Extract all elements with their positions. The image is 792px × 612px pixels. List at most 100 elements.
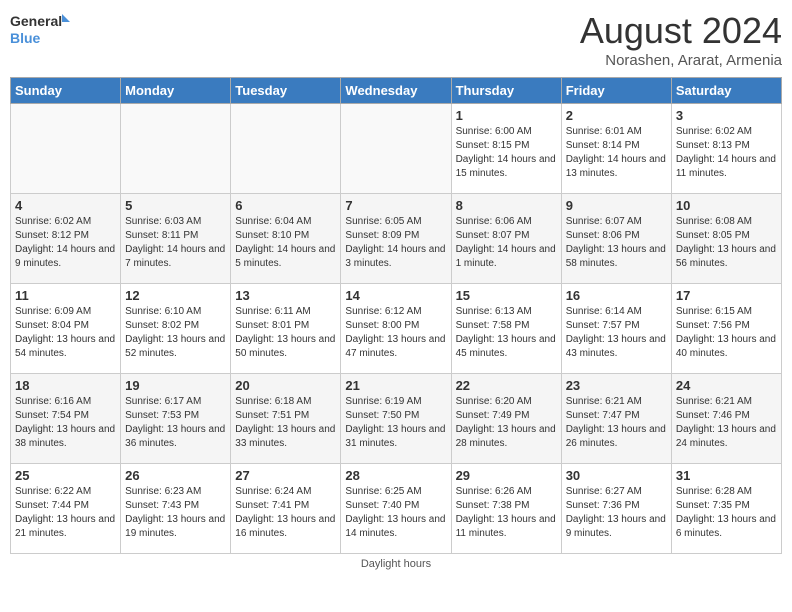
- svg-text:Blue: Blue: [10, 30, 41, 46]
- day-cell: 2 Sunrise: 6:01 AM Sunset: 8:14 PM Daylig…: [561, 104, 671, 194]
- header-monday: Monday: [121, 78, 231, 104]
- day-number: 3: [676, 108, 777, 123]
- day-number: 2: [566, 108, 667, 123]
- day-info: Sunrise: 6:24 AM Sunset: 7:41 PM Dayligh…: [235, 485, 336, 541]
- day-cell: 26 Sunrise: 6:23 AM Sunset: 7:43 PM Dayli…: [121, 464, 231, 554]
- day-cell: [11, 104, 121, 194]
- week-row-1: 1Sunrise: 6:00 AM Sunset: 8:15 PM Daylig…: [11, 104, 782, 194]
- day-number: 12: [125, 288, 226, 303]
- day-info: Sunrise: 6:13 AM Sunset: 7:58 PM Dayligh…: [456, 305, 557, 361]
- header-saturday: Saturday: [671, 78, 781, 104]
- day-info: Sunrise: 6:11 AM Sunset: 8:01 PM Dayligh…: [235, 305, 336, 361]
- day-cell: 31Sunrise: 6:28 AM Sunset: 7:35 PM Dayli…: [671, 464, 781, 554]
- week-row-3: 11 Sunrise: 6:09 AM Sunset: 8:04 PM Dayli…: [11, 284, 782, 374]
- header-wednesday: Wednesday: [341, 78, 451, 104]
- day-info: Sunrise: 6:06 AM Sunset: 8:07 PM Dayligh…: [456, 215, 557, 271]
- day-number: 14: [345, 288, 446, 303]
- day-info: Sunrise: 6:14 AM Sunset: 7:57 PM Dayligh…: [566, 305, 667, 361]
- day-cell: [231, 104, 341, 194]
- day-number: 28: [345, 468, 446, 483]
- header-thursday: Thursday: [451, 78, 561, 104]
- day-cell: 25 Sunrise: 6:22 AM Sunset: 7:44 PM Dayli…: [11, 464, 121, 554]
- day-cell: [341, 104, 451, 194]
- day-info: Sunrise: 6:00 AM Sunset: 8:15 PM Dayligh…: [456, 125, 557, 181]
- month-title: August 2024: [580, 10, 782, 52]
- header-friday: Friday: [561, 78, 671, 104]
- day-number: 31: [676, 468, 777, 483]
- day-number: 16: [566, 288, 667, 303]
- header-tuesday: Tuesday: [231, 78, 341, 104]
- day-info: Sunrise: 6:21 AM Sunset: 7:47 PM Dayligh…: [566, 395, 667, 451]
- day-info: Sunrise: 6:05 AM Sunset: 8:09 PM Dayligh…: [345, 215, 446, 271]
- day-info: Sunrise: 6:16 AM Sunset: 7:54 PM Dayligh…: [15, 395, 116, 451]
- day-number: 8: [456, 198, 557, 213]
- day-info: Sunrise: 6:10 AM Sunset: 8:02 PM Dayligh…: [125, 305, 226, 361]
- day-cell: 1Sunrise: 6:00 AM Sunset: 8:15 PM Daylig…: [451, 104, 561, 194]
- day-cell: 15 Sunrise: 6:13 AM Sunset: 7:58 PM Dayli…: [451, 284, 561, 374]
- day-info: Sunrise: 6:02 AM Sunset: 8:12 PM Dayligh…: [15, 215, 116, 271]
- day-cell: 7Sunrise: 6:05 AM Sunset: 8:09 PM Daylig…: [341, 194, 451, 284]
- day-number: 24: [676, 378, 777, 393]
- day-info: Sunrise: 6:18 AM Sunset: 7:51 PM Dayligh…: [235, 395, 336, 451]
- day-cell: 8 Sunrise: 6:06 AM Sunset: 8:07 PM Daylig…: [451, 194, 561, 284]
- week-row-2: 4 Sunrise: 6:02 AM Sunset: 8:12 PM Daylig…: [11, 194, 782, 284]
- week-row-4: 18 Sunrise: 6:16 AM Sunset: 7:54 PM Dayli…: [11, 374, 782, 464]
- day-info: Sunrise: 6:01 AM Sunset: 8:14 PM Dayligh…: [566, 125, 667, 181]
- calendar-table: SundayMondayTuesdayWednesdayThursdayFrid…: [10, 77, 782, 554]
- day-number: 17: [676, 288, 777, 303]
- day-info: Sunrise: 6:02 AM Sunset: 8:13 PM Dayligh…: [676, 125, 777, 181]
- day-info: Sunrise: 6:17 AM Sunset: 7:53 PM Dayligh…: [125, 395, 226, 451]
- header-sunday: Sunday: [11, 78, 121, 104]
- day-info: Sunrise: 6:19 AM Sunset: 7:50 PM Dayligh…: [345, 395, 446, 451]
- day-cell: 17Sunrise: 6:15 AM Sunset: 7:56 PM Dayli…: [671, 284, 781, 374]
- day-number: 23: [566, 378, 667, 393]
- day-cell: [121, 104, 231, 194]
- week-row-5: 25 Sunrise: 6:22 AM Sunset: 7:44 PM Dayli…: [11, 464, 782, 554]
- day-cell: 10Sunrise: 6:08 AM Sunset: 8:05 PM Dayli…: [671, 194, 781, 284]
- day-number: 9: [566, 198, 667, 213]
- day-number: 15: [456, 288, 557, 303]
- day-info: Sunrise: 6:09 AM Sunset: 8:04 PM Dayligh…: [15, 305, 116, 361]
- day-number: 20: [235, 378, 336, 393]
- day-info: Sunrise: 6:20 AM Sunset: 7:49 PM Dayligh…: [456, 395, 557, 451]
- day-number: 30: [566, 468, 667, 483]
- header: General Blue August 2024 Norashen, Arara…: [10, 10, 782, 69]
- day-number: 21: [345, 378, 446, 393]
- subtitle: Norashen, Ararat, Armenia: [580, 52, 782, 69]
- header-row: SundayMondayTuesdayWednesdayThursdayFrid…: [11, 78, 782, 104]
- footer-note: Daylight hours: [10, 558, 782, 570]
- day-cell: 16 Sunrise: 6:14 AM Sunset: 7:57 PM Dayli…: [561, 284, 671, 374]
- day-cell: 5Sunrise: 6:03 AM Sunset: 8:11 PM Daylig…: [121, 194, 231, 284]
- day-cell: 18 Sunrise: 6:16 AM Sunset: 7:54 PM Dayli…: [11, 374, 121, 464]
- day-cell: 20 Sunrise: 6:18 AM Sunset: 7:51 PM Dayli…: [231, 374, 341, 464]
- day-cell: 11 Sunrise: 6:09 AM Sunset: 8:04 PM Dayli…: [11, 284, 121, 374]
- day-number: 25: [15, 468, 116, 483]
- day-cell: 24 Sunrise: 6:21 AM Sunset: 7:46 PM Dayli…: [671, 374, 781, 464]
- day-number: 10: [676, 198, 777, 213]
- day-cell: 9Sunrise: 6:07 AM Sunset: 8:06 PM Daylig…: [561, 194, 671, 284]
- svg-text:General: General: [10, 13, 62, 29]
- day-number: 4: [15, 198, 116, 213]
- day-info: Sunrise: 6:25 AM Sunset: 7:40 PM Dayligh…: [345, 485, 446, 541]
- day-cell: 12 Sunrise: 6:10 AM Sunset: 8:02 PM Dayli…: [121, 284, 231, 374]
- day-number: 19: [125, 378, 226, 393]
- day-cell: 6Sunrise: 6:04 AM Sunset: 8:10 PM Daylig…: [231, 194, 341, 284]
- day-number: 27: [235, 468, 336, 483]
- day-cell: 30 Sunrise: 6:27 AM Sunset: 7:36 PM Dayli…: [561, 464, 671, 554]
- day-number: 11: [15, 288, 116, 303]
- logo-svg: General Blue: [10, 10, 70, 48]
- day-number: 13: [235, 288, 336, 303]
- day-info: Sunrise: 6:27 AM Sunset: 7:36 PM Dayligh…: [566, 485, 667, 541]
- day-number: 26: [125, 468, 226, 483]
- day-info: Sunrise: 6:22 AM Sunset: 7:44 PM Dayligh…: [15, 485, 116, 541]
- day-cell: 21 Sunrise: 6:19 AM Sunset: 7:50 PM Dayli…: [341, 374, 451, 464]
- day-info: Sunrise: 6:23 AM Sunset: 7:43 PM Dayligh…: [125, 485, 226, 541]
- day-number: 6: [235, 198, 336, 213]
- day-cell: 29Sunrise: 6:26 AM Sunset: 7:38 PM Dayli…: [451, 464, 561, 554]
- day-cell: 13 Sunrise: 6:11 AM Sunset: 8:01 PM Dayli…: [231, 284, 341, 374]
- day-number: 29: [456, 468, 557, 483]
- day-number: 18: [15, 378, 116, 393]
- day-info: Sunrise: 6:21 AM Sunset: 7:46 PM Dayligh…: [676, 395, 777, 451]
- day-cell: 3 Sunrise: 6:02 AM Sunset: 8:13 PM Daylig…: [671, 104, 781, 194]
- day-cell: 28 Sunrise: 6:25 AM Sunset: 7:40 PM Dayli…: [341, 464, 451, 554]
